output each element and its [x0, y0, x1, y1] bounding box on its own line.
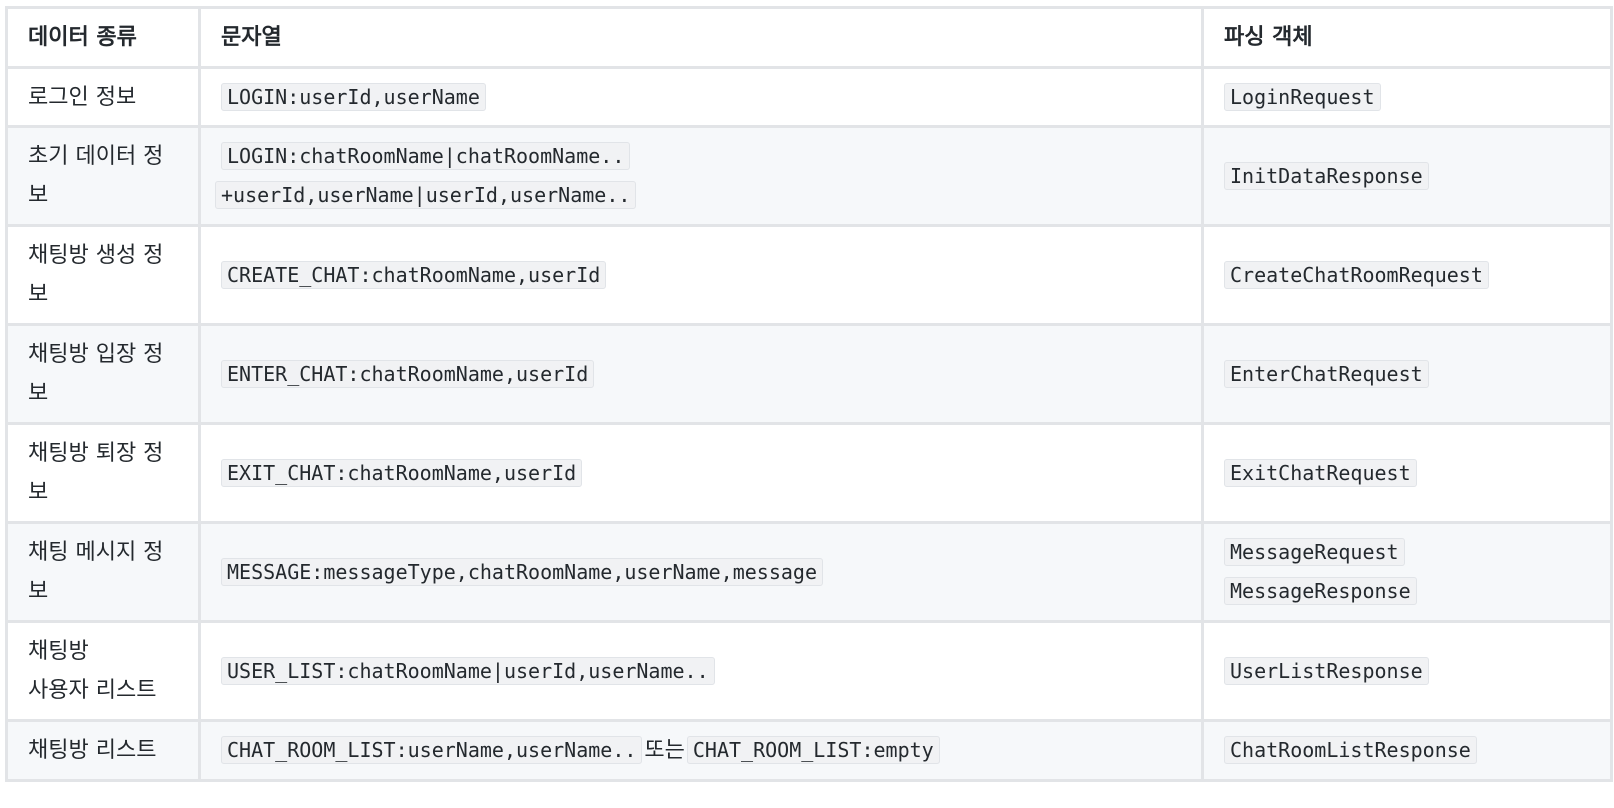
cell-parse-object: CreateChatRoomRequest: [1201, 224, 1613, 326]
cell-data-type: 채팅방 리스트: [5, 719, 201, 782]
code-object: CreateChatRoomRequest: [1224, 260, 1489, 289]
cell-parse-object: LoginRequest: [1201, 66, 1613, 128]
table-row: 채팅 메시지 정보 MESSAGE:messageType,chatRoomNa…: [5, 521, 1613, 623]
separator-text: 또는: [644, 738, 685, 763]
table-wrapper: 데이터 종류 문자열 파싱 객체 로그인 정보 LOGIN:userId,use…: [0, 0, 1614, 782]
cell-data-type: 채팅방 사용자 리스트: [5, 620, 201, 722]
cell-string: LOGIN:chatRoomName|chatRoomName.. +userI…: [198, 125, 1204, 227]
code-string: +userId,userName|userId,userName..: [215, 181, 637, 209]
code-string: CREATE_CHAT:chatRoomName,userId: [221, 260, 607, 289]
code-object: MessageResponse: [1224, 577, 1417, 605]
cell-parse-object: MessageRequest MessageResponse: [1201, 521, 1613, 623]
cell-string: USER_LIST:chatRoomName|userId,userName..: [198, 620, 1204, 722]
cell-string: CHAT_ROOM_LIST:userName,userName.. 또는 CHAT…: [198, 719, 1204, 782]
table-row: 채팅방 리스트 CHAT_ROOM_LIST:userName,userName…: [5, 719, 1613, 782]
code-string: CHAT_ROOM_LIST:userName,userName..: [221, 736, 643, 764]
cell-parse-object: ChatRoomListResponse: [1201, 719, 1613, 782]
cell-parse-object: EnterChatRequest: [1201, 323, 1613, 425]
code-object: ExitChatRequest: [1224, 458, 1417, 487]
code-string: ENTER_CHAT:chatRoomName,userId: [221, 359, 595, 388]
table-header-row: 데이터 종류 문자열 파싱 객체: [5, 6, 1613, 69]
cell-data-type: 채팅방 생성 정보: [5, 224, 201, 326]
code-object: MessageRequest: [1224, 538, 1405, 566]
cell-string: MESSAGE:messageType,chatRoomName,userNam…: [198, 521, 1204, 623]
code-string: EXIT_CHAT:chatRoomName,userId: [221, 458, 583, 487]
table-row: 채팅방 입장 정보 ENTER_CHAT:chatRoomName,userId…: [5, 323, 1613, 425]
code-string: LOGIN:userId,userName: [221, 82, 486, 111]
cell-data-type: 채팅방 퇴장 정보: [5, 422, 201, 524]
code-string: MESSAGE:messageType,chatRoomName,userNam…: [221, 557, 824, 586]
cell-parse-object: UserListResponse: [1201, 620, 1613, 722]
table-row: 채팅방 퇴장 정보 EXIT_CHAT:chatRoomName,userId …: [5, 422, 1613, 524]
code-object: EnterChatRequest: [1224, 359, 1429, 388]
cell-data-type: 로그인 정보: [5, 66, 201, 128]
code-object: InitDataResponse: [1224, 161, 1429, 190]
type-line: 채팅방: [28, 639, 89, 664]
cell-parse-object: InitDataResponse: [1201, 125, 1613, 227]
data-format-table: 데이터 종류 문자열 파싱 객체 로그인 정보 LOGIN:userId,use…: [5, 6, 1613, 782]
code-object: ChatRoomListResponse: [1224, 736, 1477, 764]
table-row: 로그인 정보 LOGIN:userId,userName LoginReques…: [5, 66, 1613, 128]
cell-data-type: 초기 데이터 정보: [5, 125, 201, 227]
header-data-type: 데이터 종류: [5, 6, 201, 69]
cell-data-type: 채팅 메시지 정보: [5, 521, 201, 623]
table-row: 채팅방 사용자 리스트 USER_LIST:chatRoomName|userI…: [5, 620, 1613, 722]
cell-string: EXIT_CHAT:chatRoomName,userId: [198, 422, 1204, 524]
table-row: 채팅방 생성 정보 CREATE_CHAT:chatRoomName,userI…: [5, 224, 1613, 326]
header-string: 문자열: [198, 6, 1204, 69]
code-string: LOGIN:chatRoomName|chatRoomName..: [221, 142, 631, 170]
cell-data-type: 채팅방 입장 정보: [5, 323, 201, 425]
type-line: 사용자 리스트: [28, 678, 157, 703]
cell-string: ENTER_CHAT:chatRoomName,userId: [198, 323, 1204, 425]
code-object: UserListResponse: [1224, 656, 1429, 685]
cell-string: CREATE_CHAT:chatRoomName,userId: [198, 224, 1204, 326]
code-string: USER_LIST:chatRoomName|userId,userName..: [221, 656, 715, 685]
code-object: LoginRequest: [1224, 82, 1381, 111]
code-string: CHAT_ROOM_LIST:empty: [686, 736, 940, 764]
table-row: 초기 데이터 정보 LOGIN:chatRoomName|chatRoomNam…: [5, 125, 1613, 227]
cell-string: LOGIN:userId,userName: [198, 66, 1204, 128]
header-parse-object: 파싱 객체: [1201, 6, 1613, 69]
cell-parse-object: ExitChatRequest: [1201, 422, 1613, 524]
